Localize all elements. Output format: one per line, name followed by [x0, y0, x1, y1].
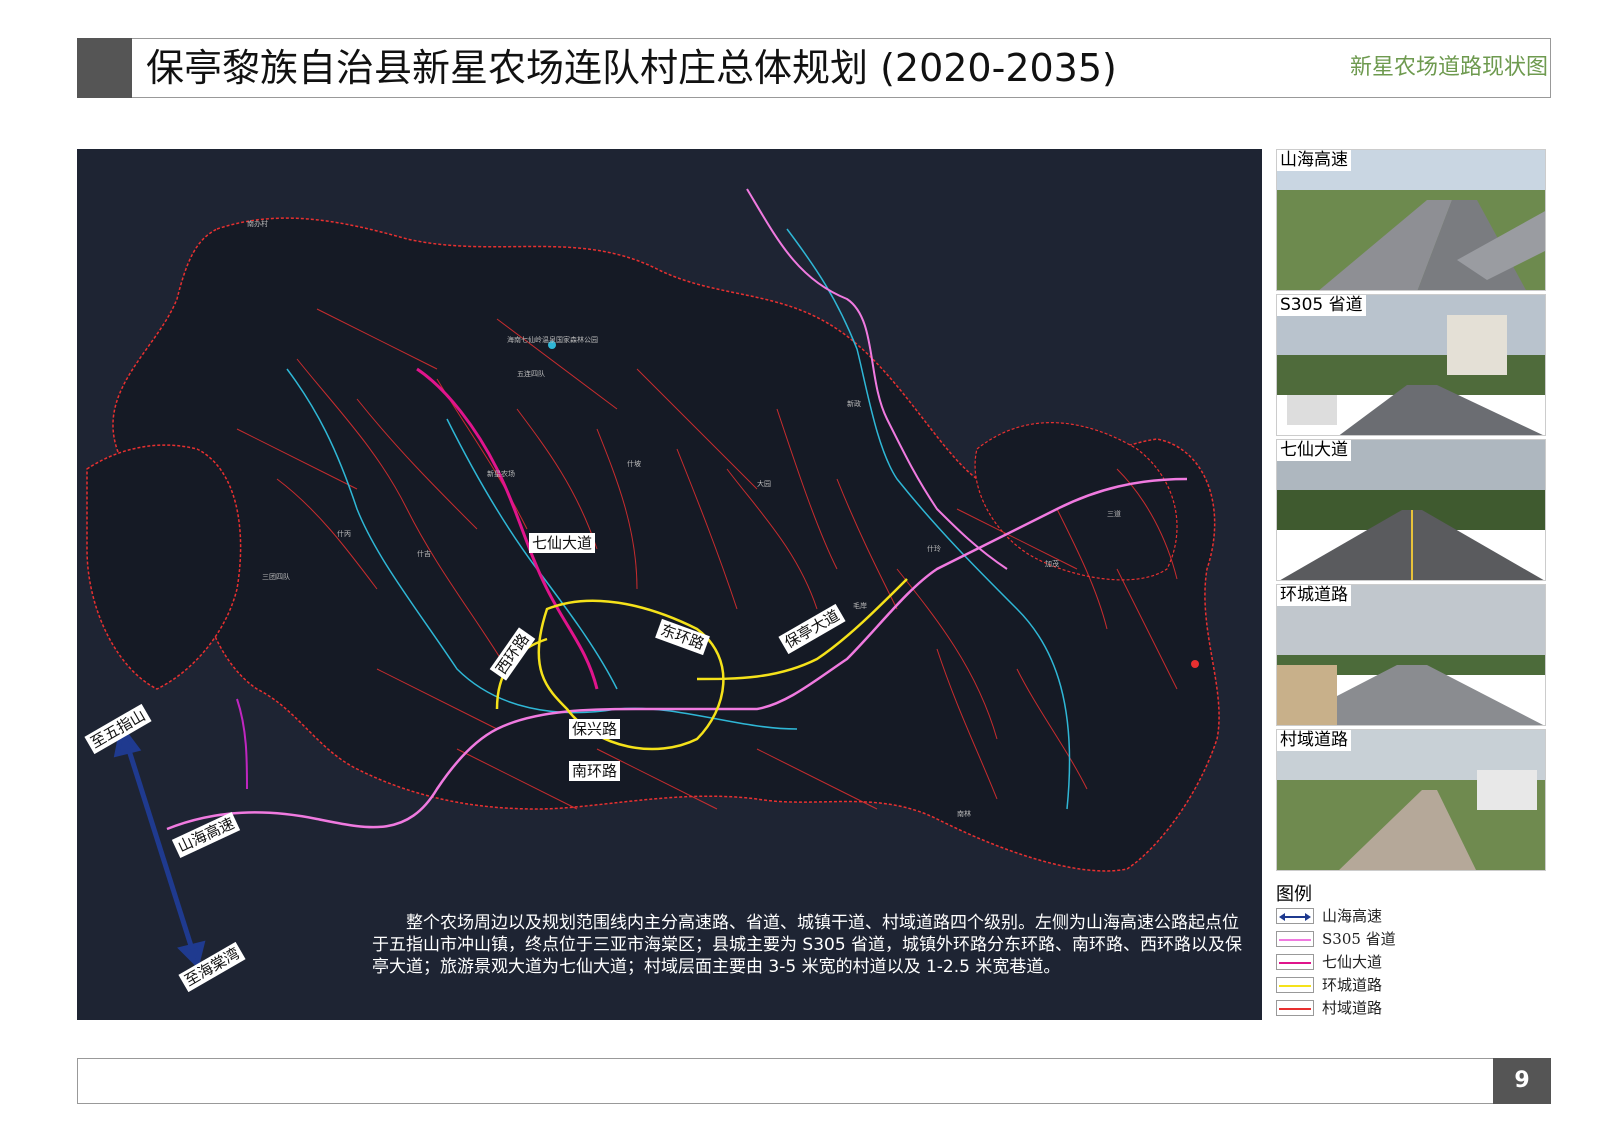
label-baoxing-road: 保兴路: [569, 719, 621, 739]
line-icon: [1279, 985, 1311, 987]
place-label: 什玲: [927, 545, 941, 553]
legend-item-shanhai: 山海高速: [1276, 906, 1556, 926]
place-label: 什坡: [627, 460, 641, 468]
place-label: 什丙: [337, 530, 351, 538]
place-label: 海南七仙岭温泉国家森林公园: [507, 336, 598, 344]
place-label: 五连四队: [517, 370, 545, 378]
legend-swatch: [1276, 977, 1314, 993]
legend-label: 村域道路: [1322, 999, 1383, 1017]
header-accent-block: [77, 38, 132, 98]
place-label: 新政: [847, 400, 861, 408]
farm-boundary-west: [86, 444, 242, 690]
photo-label: 七仙大道: [1277, 440, 1351, 461]
map-canvas: [86, 188, 1220, 969]
label-qixian-avenue: 七仙大道: [529, 533, 596, 553]
legend-swatch: [1276, 954, 1314, 970]
legend-label: 七仙大道: [1322, 953, 1383, 971]
page-title: 保亭黎族自治县新星农场连队村庄总体规划 (2020-2035): [146, 46, 1117, 90]
line-icon: [1279, 1008, 1311, 1010]
legend-item-s305: S305 省道: [1276, 929, 1556, 949]
place-label: 三道: [1107, 510, 1121, 518]
photo-label: 山海高速: [1277, 150, 1351, 171]
legend-item-qixian: 七仙大道: [1276, 952, 1556, 972]
legend-item-village: 村域道路: [1276, 998, 1556, 1018]
legend-label: 山海高速: [1322, 907, 1383, 925]
map-subtitle: 新星农场道路现状图: [1349, 55, 1548, 80]
legend-label: S305 省道: [1322, 930, 1396, 948]
legend-label: 环城道路: [1322, 976, 1383, 994]
photo-ring-image: [1277, 585, 1545, 725]
photo-avenue-image: [1277, 440, 1545, 580]
photo-highway-image: [1277, 150, 1545, 290]
line-icon: [1279, 939, 1311, 941]
map-description: 整个农场周边以及规划范围线内主分高速路、省道、城镇干道、村域道路四个级别。左侧为…: [372, 913, 1243, 977]
line-icon: [1279, 962, 1311, 964]
double-arrow-icon: [1279, 913, 1311, 921]
road-map[interactable]: 七仙大道 东环路 西环路 保亭大道 保兴路 南环路 山海高速 至五指山 至海棠湾…: [77, 149, 1262, 1020]
photo-village-image: [1277, 730, 1545, 870]
photo-label: S305 省道: [1277, 295, 1366, 316]
place-label: 南办村: [247, 220, 268, 228]
photo-village-road: 村域道路: [1276, 729, 1546, 871]
photo-label: 村域道路: [1277, 730, 1351, 751]
label-south-ring: 南环路: [569, 761, 621, 781]
legend-title: 图例: [1276, 884, 1312, 905]
photo-street-image: [1277, 295, 1545, 435]
place-label: 加茂: [1045, 560, 1059, 568]
legend-swatch: [1276, 908, 1314, 924]
photo-label: 环城道路: [1277, 585, 1351, 606]
s305-road-west: [236, 698, 248, 790]
place-label: 南林: [957, 810, 971, 818]
legend-swatch: [1276, 931, 1314, 947]
place-label: 三团四队: [262, 573, 290, 581]
place-label: 什吉: [417, 550, 431, 558]
place-label: 毛岸: [853, 602, 867, 610]
place-label: 新星农场: [487, 470, 515, 478]
legend-swatch: [1276, 1000, 1314, 1016]
poi-marker-east: [1191, 660, 1199, 668]
photo-s305-road: S305 省道: [1276, 294, 1546, 436]
photo-ring-road: 环城道路: [1276, 584, 1546, 726]
legend-item-ring: 环城道路: [1276, 975, 1556, 995]
footer-frame: [77, 1058, 1551, 1104]
photo-qixian-avenue: 七仙大道: [1276, 439, 1546, 581]
page-number: 9: [1493, 1058, 1551, 1104]
photo-shanhai-highway: 山海高速: [1276, 149, 1546, 291]
place-label: 大园: [757, 480, 771, 488]
